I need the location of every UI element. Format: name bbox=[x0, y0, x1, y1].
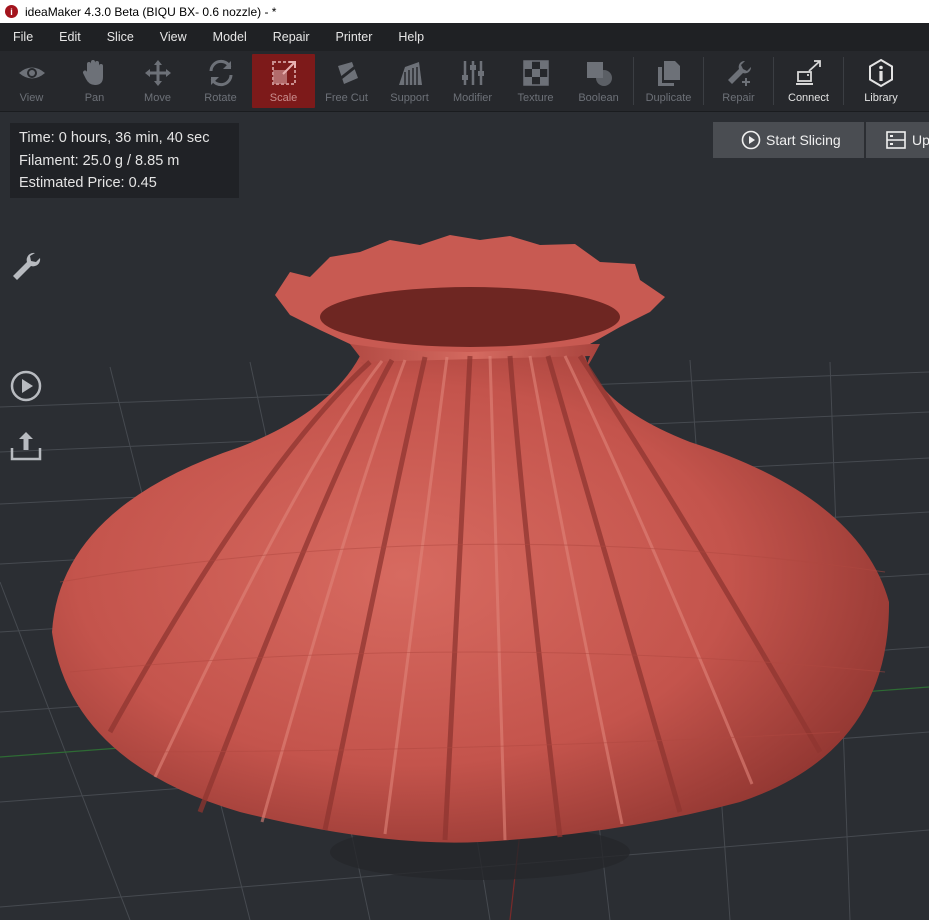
info-circle-icon bbox=[869, 58, 893, 88]
toolbar-divider bbox=[773, 57, 774, 105]
tool-move-button[interactable]: Move bbox=[126, 51, 189, 111]
upload-label: Up bbox=[912, 132, 929, 148]
scale-icon bbox=[271, 61, 296, 85]
toolbar-divider bbox=[843, 57, 844, 105]
filament-usage-text: Filament: 25.0 g / 8.85 m bbox=[19, 152, 180, 169]
tool-label: View bbox=[19, 92, 44, 104]
tool-label: Free Cut bbox=[325, 92, 368, 104]
window-title: ideaMaker 4.3.0 Beta (BIQU BX- 0.6 nozzl… bbox=[25, 4, 277, 19]
tool-connect-button[interactable]: Connect bbox=[777, 51, 840, 111]
toolbar-divider bbox=[703, 57, 704, 105]
menu-slice[interactable]: Slice bbox=[94, 23, 147, 51]
texture-checker-icon bbox=[522, 60, 549, 86]
upload-icon[interactable] bbox=[9, 429, 43, 463]
tool-label: Texture bbox=[517, 92, 554, 104]
tool-label: Duplicate bbox=[645, 92, 692, 104]
tool-pan-button[interactable]: Pan bbox=[63, 51, 126, 111]
main-toolbar: View Pan Move Rotate Scale Free Cut Supp… bbox=[0, 51, 929, 112]
play-circle-icon bbox=[741, 130, 761, 150]
tool-free-cut-button[interactable]: Free Cut bbox=[315, 51, 378, 111]
toolbar-divider bbox=[633, 57, 634, 105]
tool-label: Pan bbox=[84, 92, 105, 104]
tool-view-button[interactable]: View bbox=[0, 51, 63, 111]
play-circle-icon[interactable] bbox=[9, 369, 43, 403]
wrench-plus-icon bbox=[727, 60, 751, 86]
tool-library-button[interactable]: Library bbox=[847, 51, 915, 111]
print-stats-panel: Time: 0 hours, 36 min, 40 sec Filament: … bbox=[10, 123, 239, 198]
menu-file[interactable]: File bbox=[0, 23, 46, 51]
tool-label: Support bbox=[390, 92, 429, 104]
move-arrows-icon bbox=[144, 60, 171, 86]
tool-repair-button[interactable]: Repair bbox=[707, 51, 770, 111]
list-panel-icon bbox=[886, 131, 906, 149]
title-bar: i ideaMaker 4.3.0 Beta (BIQU BX- 0.6 noz… bbox=[0, 0, 929, 23]
vase-model bbox=[52, 356, 890, 843]
tool-duplicate-button[interactable]: Duplicate bbox=[637, 51, 700, 111]
support-icon bbox=[398, 62, 422, 85]
wrench-icon[interactable] bbox=[9, 249, 43, 283]
tool-label: Move bbox=[144, 92, 171, 104]
hand-icon bbox=[82, 60, 103, 85]
menu-edit[interactable]: Edit bbox=[46, 23, 94, 51]
modifier-sliders-icon bbox=[461, 61, 484, 85]
connect-icon bbox=[795, 60, 821, 85]
rotate-icon bbox=[209, 59, 232, 87]
boolean-icon bbox=[586, 62, 612, 86]
tool-scale-button[interactable]: Scale bbox=[252, 54, 315, 108]
tool-support-button[interactable]: Support bbox=[378, 51, 441, 111]
start-slicing-label: Start Slicing bbox=[766, 132, 841, 148]
menu-repair[interactable]: Repair bbox=[260, 23, 323, 51]
duplicate-icon bbox=[657, 61, 680, 86]
free-cut-icon bbox=[334, 62, 360, 84]
tool-texture-button[interactable]: Texture bbox=[504, 51, 567, 111]
tool-label: Boolean bbox=[578, 92, 619, 104]
tool-boolean-button[interactable]: Boolean bbox=[567, 51, 630, 111]
menu-view[interactable]: View bbox=[147, 23, 200, 51]
start-slicing-button[interactable]: Start Slicing bbox=[713, 122, 865, 158]
menu-printer[interactable]: Printer bbox=[323, 23, 386, 51]
tool-label: Scale bbox=[269, 92, 298, 104]
tool-label: Connect bbox=[788, 92, 829, 104]
tool-label: Library bbox=[864, 92, 898, 104]
app-logo-icon: i bbox=[5, 5, 18, 18]
upload-button[interactable]: Up bbox=[866, 122, 929, 158]
tool-rotate-button[interactable]: Rotate bbox=[189, 51, 252, 111]
print-time-text: Time: 0 hours, 36 min, 40 sec bbox=[19, 130, 210, 146]
tool-label: Modifier bbox=[452, 92, 493, 104]
tool-label: Rotate bbox=[204, 92, 237, 104]
tool-modifier-button[interactable]: Modifier bbox=[441, 51, 504, 111]
eye-icon bbox=[18, 67, 45, 79]
menu-model[interactable]: Model bbox=[200, 23, 260, 51]
menu-help[interactable]: Help bbox=[385, 23, 437, 51]
build-plate-grid bbox=[0, 235, 929, 920]
menu-bar: File Edit Slice View Model Repair Printe… bbox=[0, 23, 929, 51]
3d-viewport[interactable]: Time: 0 hours, 36 min, 40 sec Filament: … bbox=[0, 112, 929, 920]
tool-label: Repair bbox=[722, 92, 755, 104]
estimated-price-text: Estimated Price: 0.45 bbox=[19, 175, 157, 191]
